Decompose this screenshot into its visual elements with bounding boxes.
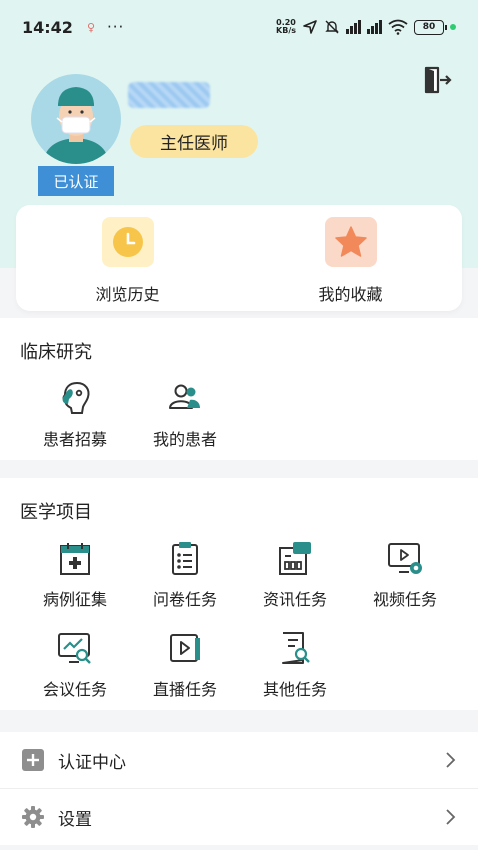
wifi-icon xyxy=(388,19,408,35)
browse-history-label: 浏览历史 xyxy=(95,285,160,304)
verified-badge: 已认证 xyxy=(38,166,114,196)
status-time: 14:42 xyxy=(22,17,73,37)
patient-recruit-button[interactable]: 患者招募 xyxy=(20,380,130,450)
doctor-avatar-icon xyxy=(43,87,109,164)
signal-icon xyxy=(346,20,361,34)
browse-history-button[interactable]: 浏览历史 xyxy=(16,205,239,311)
certification-center-label: 认证中心 xyxy=(58,752,126,773)
questionnaire-task-button[interactable]: 问卷任务 xyxy=(130,540,240,610)
signal-2-icon xyxy=(367,20,382,34)
gear-icon xyxy=(22,806,44,828)
avatar[interactable] xyxy=(31,74,121,164)
chevron-right-icon xyxy=(446,752,456,768)
live-task-icon xyxy=(170,634,200,662)
clinical-research-section: 临床研究 患者招募 我的患者 xyxy=(0,318,478,460)
network-speed: 0.20 KB/s xyxy=(276,19,296,35)
logout-icon[interactable] xyxy=(422,66,452,94)
news-task-label: 资讯任务 xyxy=(262,590,327,609)
news-task-button[interactable]: 资讯任务 xyxy=(240,540,350,610)
blurred-user-name xyxy=(128,82,210,108)
patient-recruit-label: 患者招募 xyxy=(42,430,107,449)
clinical-research-title: 临床研究 xyxy=(20,342,92,363)
video-task-icon xyxy=(388,543,422,574)
doctor-title-badge: 主任医师 xyxy=(130,125,258,158)
chevron-right-icon xyxy=(446,809,456,825)
status-icons: 0.20 KB/s 80 xyxy=(276,19,456,35)
patients-icon xyxy=(169,384,200,409)
my-favorites-label: 我的收藏 xyxy=(318,285,383,304)
indicator-dot xyxy=(450,24,456,30)
quick-actions-card: 浏览历史 我的收藏 xyxy=(16,205,462,311)
other-task-icon xyxy=(282,632,310,664)
other-task-button[interactable]: 其他任务 xyxy=(240,630,350,700)
recruit-icon xyxy=(62,381,90,414)
meeting-task-button[interactable]: 会议任务 xyxy=(20,630,130,700)
plus-square-icon xyxy=(22,749,44,771)
questionnaire-task-label: 问卷任务 xyxy=(152,590,217,609)
clock-icon xyxy=(101,217,154,267)
live-task-button[interactable]: 直播任务 xyxy=(130,630,240,700)
settings-row[interactable]: 设置 xyxy=(0,789,478,845)
medical-projects-title: 医学项目 xyxy=(20,502,92,523)
news-task-icon xyxy=(279,542,311,575)
status-bar: 14:42 ♀ ··· 0.20 KB/s 80 xyxy=(0,0,478,54)
notification-dot-icon: ♀ xyxy=(86,20,95,34)
certification-center-row[interactable]: 认证中心 xyxy=(0,732,478,788)
settings-label: 设置 xyxy=(58,809,92,830)
case-collect-button[interactable]: 病例征集 xyxy=(20,540,130,610)
network-speed-unit: KB/s xyxy=(276,26,296,35)
my-patients-label: 我的患者 xyxy=(152,430,217,449)
more-notifications-icon: ··· xyxy=(107,18,125,36)
video-task-button[interactable]: 视频任务 xyxy=(350,540,460,610)
case-collect-label: 病例征集 xyxy=(42,590,107,609)
star-icon xyxy=(324,217,377,267)
mute-bell-icon xyxy=(325,20,339,34)
location-icon xyxy=(303,20,317,34)
my-patients-button[interactable]: 我的患者 xyxy=(130,380,240,450)
my-favorites-button[interactable]: 我的收藏 xyxy=(239,205,462,311)
other-task-label: 其他任务 xyxy=(262,680,327,699)
meeting-task-label: 会议任务 xyxy=(42,680,107,699)
live-task-label: 直播任务 xyxy=(152,680,217,699)
meeting-task-icon xyxy=(58,633,91,664)
case-collect-icon xyxy=(60,543,90,575)
video-task-label: 视频任务 xyxy=(372,590,437,609)
battery-icon: 80 xyxy=(414,19,447,35)
medical-projects-section: 医学项目 病例征集 问卷任务 资讯任务 视频任务 会议任务 直播任务 其他任务 xyxy=(0,478,478,710)
questionnaire-icon xyxy=(172,542,198,575)
